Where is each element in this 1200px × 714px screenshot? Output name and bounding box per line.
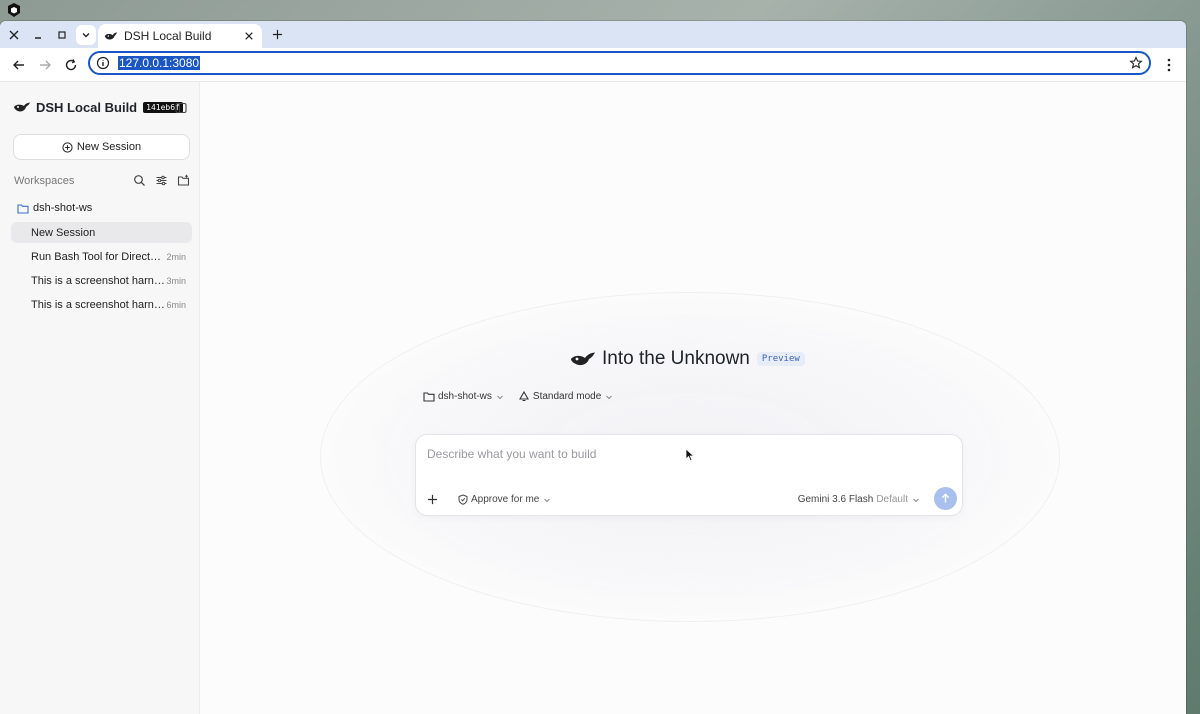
workspaces-header: Workspaces (14, 174, 190, 187)
mode-selector[interactable]: Standard mode (518, 391, 613, 402)
forward-button[interactable] (32, 52, 58, 78)
window-maximize-button[interactable] (50, 23, 74, 47)
filter-settings-icon[interactable] (155, 174, 168, 187)
chevron-down-icon (544, 498, 551, 502)
arrow-left-icon (13, 60, 24, 69)
prompt-input[interactable] (427, 445, 927, 463)
session-time: 3min (166, 275, 186, 286)
chevron-down-icon (82, 32, 90, 37)
minimize-icon (35, 36, 41, 39)
folder-icon (17, 203, 29, 214)
browser-tab[interactable]: DSH Local Build (98, 24, 262, 48)
hero-title: Into the Unknown (602, 348, 750, 369)
main-panel: Into the Unknown Preview dsh-shot-ws Sta… (200, 82, 1186, 714)
approval-selector[interactable]: Approve for me (458, 494, 551, 505)
approval-label: Approve for me (471, 494, 540, 505)
new-folder-icon[interactable] (177, 174, 190, 187)
star-icon[interactable] (1129, 56, 1143, 70)
session-time: 2min (166, 251, 186, 262)
new-session-label: New Session (76, 141, 142, 153)
new-tab-button[interactable] (268, 25, 286, 43)
whale-logo-icon (104, 32, 118, 40)
window-minimize-button[interactable] (26, 23, 50, 47)
preview-badge: Preview (756, 352, 805, 366)
workspaces-label: Workspaces (14, 174, 75, 187)
prompt-composer: Approve for me Gemini 3.6 Flash Default (415, 434, 963, 516)
model-name: Gemini 3.6 Flash (797, 494, 874, 505)
plus-icon (427, 494, 437, 504)
app-root: DSH Local Build 141eb6f New Session Work… (0, 82, 1186, 714)
workspace-selector-label: dsh-shot-ws (438, 391, 492, 402)
chevron-down-icon (913, 498, 919, 502)
session-item[interactable]: New Session (11, 222, 192, 243)
reload-icon (65, 58, 77, 70)
system-logo-icon (8, 3, 20, 17)
recycle-icon (518, 391, 529, 401)
chevron-down-icon (497, 395, 503, 399)
tab-list-button[interactable] (76, 24, 96, 45)
mode-selector-label: Standard mode (532, 391, 602, 402)
plus-icon (272, 29, 282, 39)
session-title: This is a screenshot harne... (31, 298, 166, 311)
brand: DSH Local Build 141eb6f (13, 99, 183, 115)
session-title: New Session (31, 226, 96, 239)
chevron-down-icon (606, 395, 613, 399)
whale-logo-icon (14, 102, 30, 112)
session-title: Run Bash Tool for Director... (31, 250, 166, 263)
session-item[interactable]: This is a screenshot harne... 3min (11, 270, 192, 291)
more-vert-icon[interactable] (1162, 57, 1176, 73)
info-icon[interactable] (96, 56, 110, 70)
browser-toolbar: 127.0.0.1:3080 (0, 48, 1186, 82)
whale-logo-icon (571, 352, 595, 366)
arrow-up-icon (941, 493, 950, 503)
tab-strip: DSH Local Build (0, 21, 1186, 48)
address-bar[interactable]: 127.0.0.1:3080 (88, 51, 1151, 75)
new-session-button[interactable]: New Session (13, 134, 190, 160)
browser-window: DSH Local Build 127.0.0.1:3080 DSH Local… (0, 21, 1186, 714)
hero-heading: Into the Unknown Preview (570, 348, 805, 370)
workspace-name: dsh-shot-ws (33, 202, 93, 214)
close-icon (9, 30, 19, 39)
search-icon[interactable] (133, 174, 146, 187)
close-icon (245, 32, 253, 40)
workspace-item[interactable]: dsh-shot-ws (17, 202, 92, 214)
arrow-right-icon (40, 60, 51, 69)
workspace-selector[interactable]: dsh-shot-ws (423, 391, 504, 402)
window-close-button[interactable] (2, 23, 26, 47)
shield-icon (458, 494, 468, 505)
mouse-cursor-icon (685, 448, 695, 462)
session-item[interactable]: Run Bash Tool for Director... 2min (11, 246, 192, 267)
composer-selectors: dsh-shot-ws Standard mode (423, 391, 627, 402)
session-item[interactable]: This is a screenshot harne... 6min (11, 294, 192, 315)
sidebar-toggle-icon[interactable] (175, 102, 187, 114)
attach-button[interactable] (423, 490, 441, 508)
model-default-tag: Default (876, 494, 908, 505)
url-text[interactable]: 127.0.0.1:3080 (118, 56, 201, 70)
maximize-icon (58, 30, 66, 39)
brand-name: DSH Local Build (36, 99, 138, 115)
tab-title: DSH Local Build (124, 29, 212, 43)
model-selector[interactable]: Gemini 3.6 Flash Default (798, 494, 920, 505)
tab-close-button[interactable] (242, 29, 256, 43)
plus-circle-icon (62, 141, 73, 153)
session-time: 6min (166, 299, 186, 310)
send-button[interactable] (934, 487, 957, 510)
sidebar: DSH Local Build 141eb6f New Session Work… (0, 82, 200, 714)
folder-icon (423, 392, 435, 402)
reload-button[interactable] (58, 52, 84, 78)
back-button[interactable] (6, 52, 32, 78)
session-title: This is a screenshot harne... (31, 274, 166, 287)
